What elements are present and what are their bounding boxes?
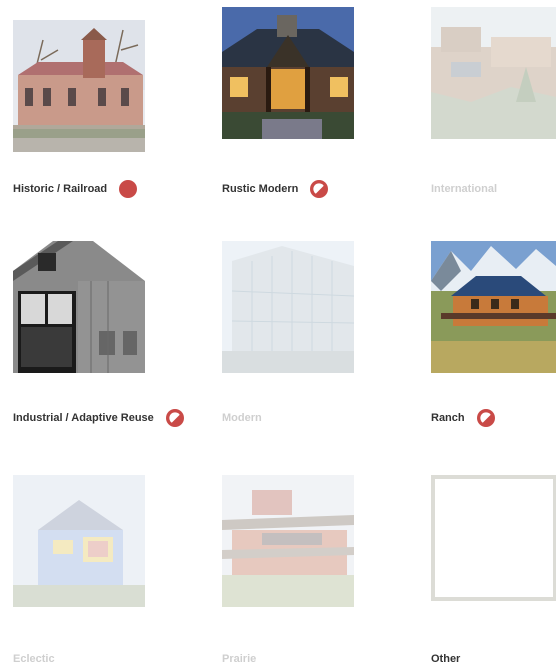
category-label: Eclectic: [13, 653, 55, 665]
half-circle-icon: [476, 409, 495, 427]
category-caption: Eclectic: [13, 650, 55, 668]
category-caption: Modern: [222, 409, 262, 427]
category-label: Ranch: [431, 412, 465, 424]
category-rustic-modern[interactable]: Rustic Modern: [209, 0, 359, 198]
category-label: Rustic Modern: [222, 183, 299, 195]
historic-railroad-image: [13, 20, 145, 152]
category-other[interactable]: Other: [418, 468, 556, 665]
category-label: Other: [431, 653, 461, 665]
category-eclectic[interactable]: Eclectic: [0, 468, 150, 665]
category-caption: Other: [431, 650, 460, 668]
style-category-grid: Historic / Railroad Rustic Modern Intern…: [0, 0, 556, 668]
category-prairie[interactable]: Prairie: [209, 468, 359, 665]
category-label: Modern: [222, 412, 262, 424]
industrial-image: [13, 241, 145, 373]
international-image: [431, 7, 556, 139]
category-caption: Historic / Railroad: [13, 180, 138, 198]
category-historic-railroad[interactable]: Historic / Railroad: [0, 13, 150, 198]
category-label: International: [431, 183, 498, 195]
category-caption: International: [431, 180, 497, 198]
prairie-image: [222, 475, 354, 607]
category-caption: Industrial / Adaptive Reuse: [13, 409, 184, 427]
category-caption: Prairie: [222, 650, 256, 668]
other-placeholder-frame: [431, 475, 556, 607]
ranch-image: [431, 241, 556, 373]
category-ranch[interactable]: Ranch: [418, 234, 556, 427]
rustic-modern-image: [222, 7, 354, 139]
category-caption: Ranch: [431, 409, 495, 427]
half-circle-icon: [165, 409, 184, 427]
category-label: Historic / Railroad: [13, 183, 108, 195]
filled-circle-icon: [119, 180, 138, 198]
modern-image: [222, 241, 354, 373]
half-circle-icon: [310, 180, 329, 198]
category-international[interactable]: International: [418, 0, 556, 195]
category-caption: Rustic Modern: [222, 180, 329, 198]
eclectic-image: [13, 475, 145, 607]
category-modern[interactable]: Modern: [209, 234, 359, 424]
category-industrial-adaptive-reuse[interactable]: Industrial / Adaptive Reuse: [0, 234, 184, 427]
category-label: Industrial / Adaptive Reuse: [13, 412, 154, 424]
category-label: Prairie: [222, 653, 257, 665]
